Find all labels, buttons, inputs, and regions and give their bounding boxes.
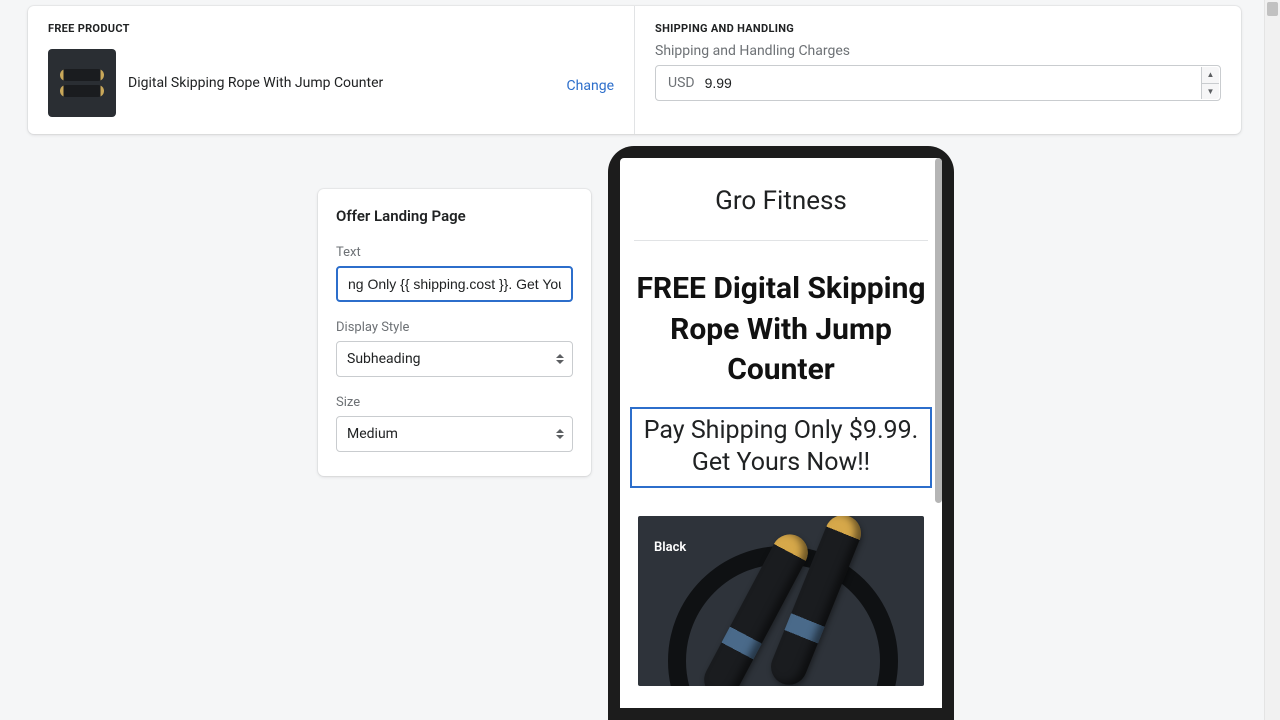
- panel-title: Offer Landing Page: [336, 207, 573, 225]
- number-stepper: ▲ ▼: [1201, 67, 1219, 99]
- text-field-input[interactable]: [336, 266, 573, 302]
- change-product-link[interactable]: Change: [567, 78, 614, 94]
- display-style-label: Display Style: [336, 320, 573, 335]
- shipping-section-label: SHIPPING AND HANDLING: [655, 22, 1221, 35]
- preview-scrollbar[interactable]: [935, 158, 942, 503]
- display-style-value: Subheading: [347, 351, 421, 367]
- variant-label: Black: [654, 540, 686, 555]
- preview-brand: Gro Fitness: [634, 158, 928, 241]
- stepper-up-icon[interactable]: ▲: [1201, 67, 1219, 84]
- product-thumbnail: [48, 49, 116, 117]
- select-caret-icon: [556, 354, 564, 364]
- preview-headline: FREE Digital Skipping Rope With Jump Cou…: [620, 241, 942, 401]
- phone-preview-frame: Gro Fitness FREE Digital Skipping Rope W…: [608, 146, 954, 720]
- product-row: Digital Skipping Rope With Jump Counter: [48, 49, 614, 117]
- product-name: Digital Skipping Rope With Jump Counter: [128, 75, 383, 91]
- text-field-label: Text: [336, 245, 573, 260]
- size-value: Medium: [347, 426, 398, 442]
- currency-prefix: USD: [668, 75, 695, 91]
- shipping-field-label: Shipping and Handling Charges: [655, 43, 1221, 59]
- preview-product-image: Black: [638, 516, 924, 686]
- size-select[interactable]: Medium: [336, 416, 573, 452]
- offer-landing-panel: Offer Landing Page Text Display Style Su…: [318, 189, 591, 476]
- stepper-down-icon[interactable]: ▼: [1201, 84, 1219, 100]
- free-product-section: FREE PRODUCT Digital Skipping Rope With …: [28, 6, 635, 134]
- settings-card: FREE PRODUCT Digital Skipping Rope With …: [28, 6, 1241, 134]
- shipping-cost-input[interactable]: [705, 75, 1194, 91]
- shipping-cost-input-wrap[interactable]: USD ▲ ▼: [655, 65, 1221, 101]
- size-label: Size: [336, 395, 573, 410]
- preview-subheading: Pay Shipping Only $9.99. Get Yours Now!!: [630, 407, 932, 488]
- scrollbar-thumb[interactable]: [1267, 2, 1278, 16]
- display-style-select[interactable]: Subheading: [336, 341, 573, 377]
- free-product-label: FREE PRODUCT: [48, 22, 614, 35]
- phone-screen: Gro Fitness FREE Digital Skipping Rope W…: [620, 158, 942, 708]
- select-caret-icon: [556, 429, 564, 439]
- page-scrollbar[interactable]: [1264, 0, 1280, 720]
- shipping-section: SHIPPING AND HANDLING Shipping and Handl…: [635, 6, 1241, 134]
